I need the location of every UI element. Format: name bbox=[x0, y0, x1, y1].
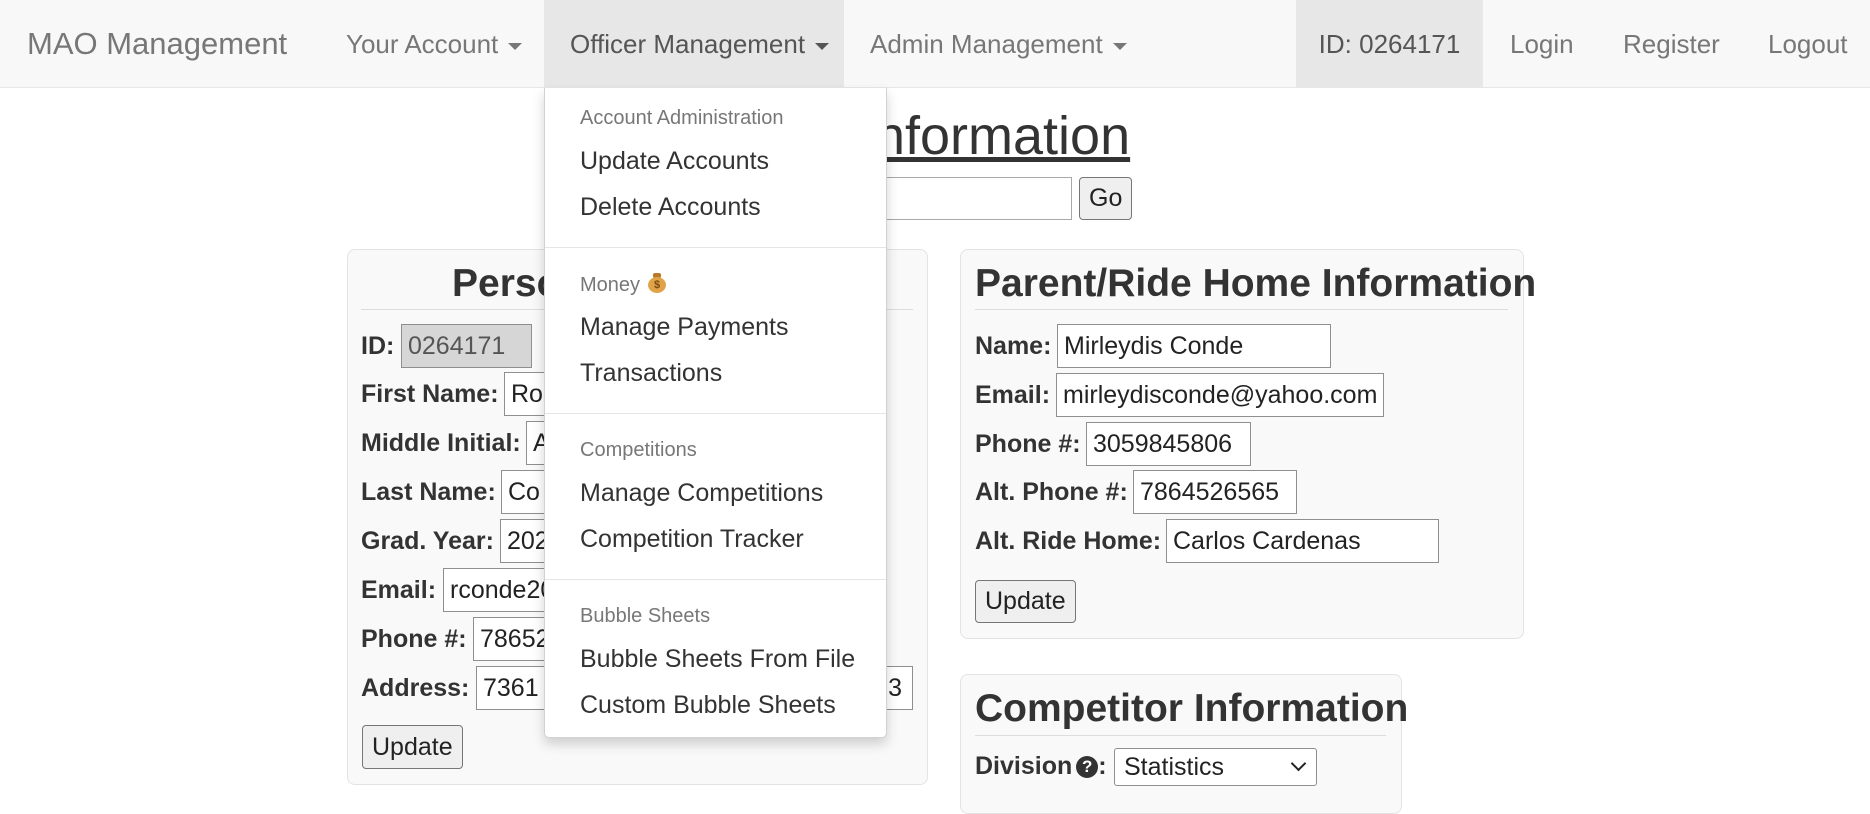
nav-officer-management-label: Officer Management bbox=[570, 29, 806, 59]
phone-label: Phone #: bbox=[361, 625, 467, 653]
menu-item-competition-tracker[interactable]: Competition Tracker bbox=[580, 525, 804, 554]
nav-your-account[interactable]: Your Account bbox=[346, 0, 523, 88]
menu-item-transactions[interactable]: Transactions bbox=[580, 359, 722, 388]
email-label: Email: bbox=[361, 576, 437, 604]
alt-phone-label: Alt. Phone #: bbox=[975, 478, 1128, 506]
parent-name-field[interactable]: Mirleydis Conde bbox=[1057, 324, 1331, 368]
login-link[interactable]: Login bbox=[1510, 0, 1574, 88]
first-name-label: First Name: bbox=[361, 380, 499, 408]
register-link[interactable]: Register bbox=[1623, 0, 1720, 88]
id-field: 0264171 bbox=[401, 324, 532, 368]
address-value-tail: 3 bbox=[888, 674, 902, 702]
menu-item-custom-bubble-sheets[interactable]: Custom Bubble Sheets bbox=[580, 691, 836, 720]
nav-admin-management[interactable]: Admin Management bbox=[870, 0, 1127, 88]
panel-divider bbox=[975, 735, 1386, 736]
dropdown-header-account-administration: Account Administration bbox=[580, 107, 784, 129]
caret-down-icon bbox=[815, 42, 830, 50]
division-label: Division?: bbox=[975, 752, 1107, 780]
grad-year-label: Grad. Year: bbox=[361, 527, 494, 555]
question-circle-icon[interactable]: ? bbox=[1076, 756, 1099, 778]
menu-item-manage-competitions[interactable]: Manage Competitions bbox=[580, 479, 823, 508]
dropdown-header-money-label: Money bbox=[580, 274, 641, 296]
dropdown-header-bubble-sheets: Bubble Sheets bbox=[580, 605, 711, 627]
division-selected-value: Statistics bbox=[1124, 753, 1225, 781]
parent-update-button[interactable]: Update bbox=[975, 580, 1076, 623]
officer-management-dropdown: Account Administration Update Accounts D… bbox=[544, 88, 887, 738]
middle-initial-label: Middle Initial: bbox=[361, 429, 521, 457]
alt-ride-home-label: Alt. Ride Home: bbox=[975, 527, 1162, 555]
go-button[interactable]: Go bbox=[1079, 177, 1133, 220]
brand-link[interactable]: MAO Management bbox=[27, 0, 287, 88]
division-select[interactable]: Statistics bbox=[1114, 748, 1317, 786]
parent-email-field[interactable]: mirleydisconde@yahoo.com bbox=[1056, 373, 1384, 417]
alt-ride-home-field[interactable]: Carlos Cardenas bbox=[1166, 519, 1439, 563]
parent-phone-field[interactable]: 3059845806 bbox=[1086, 422, 1251, 466]
logout-link[interactable]: Logout bbox=[1768, 0, 1848, 88]
caret-down-icon bbox=[1112, 42, 1127, 50]
nav-officer-management[interactable]: Officer Management bbox=[544, 0, 844, 88]
dropdown-divider bbox=[545, 413, 886, 414]
caret-down-icon bbox=[508, 42, 523, 50]
money-bag-icon: $ bbox=[648, 273, 667, 293]
parent-name-label: Name: bbox=[975, 332, 1052, 360]
user-id-display: ID: 0264171 bbox=[1296, 0, 1483, 88]
account-search-input[interactable] bbox=[877, 177, 1072, 220]
last-name-label: Last Name: bbox=[361, 478, 496, 506]
navbar: MAO Management Your Account Officer Mana… bbox=[0, 0, 1870, 88]
menu-item-manage-payments[interactable]: Manage Payments bbox=[580, 313, 788, 342]
menu-item-update-accounts[interactable]: Update Accounts bbox=[580, 147, 769, 176]
panel-divider bbox=[975, 309, 1508, 310]
address-value: 7361 bbox=[483, 674, 539, 702]
dropdown-divider bbox=[545, 579, 886, 580]
dropdown-header-competitions: Competitions bbox=[580, 439, 697, 461]
dropdown-header-money: Money $ bbox=[580, 273, 667, 297]
id-label: ID: bbox=[361, 332, 395, 360]
nav-your-account-label: Your Account bbox=[346, 29, 499, 59]
chevron-down-icon bbox=[1290, 755, 1307, 772]
nav-admin-management-label: Admin Management bbox=[870, 29, 1103, 59]
menu-item-delete-accounts[interactable]: Delete Accounts bbox=[580, 193, 761, 222]
dropdown-divider bbox=[545, 247, 886, 248]
competitor-info-title: Competitor Information bbox=[975, 687, 1409, 730]
menu-item-bubble-sheets-from-file[interactable]: Bubble Sheets From File bbox=[580, 645, 855, 674]
division-label-text: Division bbox=[975, 752, 1073, 780]
parent-email-label: Email: bbox=[975, 381, 1051, 409]
parent-phone-label: Phone #: bbox=[975, 430, 1081, 458]
address-label: Address: bbox=[361, 674, 470, 702]
personal-update-button[interactable]: Update bbox=[362, 725, 463, 769]
alt-phone-field[interactable]: 7864526565 bbox=[1133, 470, 1297, 514]
parent-info-title: Parent/Ride Home Information bbox=[975, 262, 1537, 305]
page-title: ount Information bbox=[739, 106, 1131, 166]
